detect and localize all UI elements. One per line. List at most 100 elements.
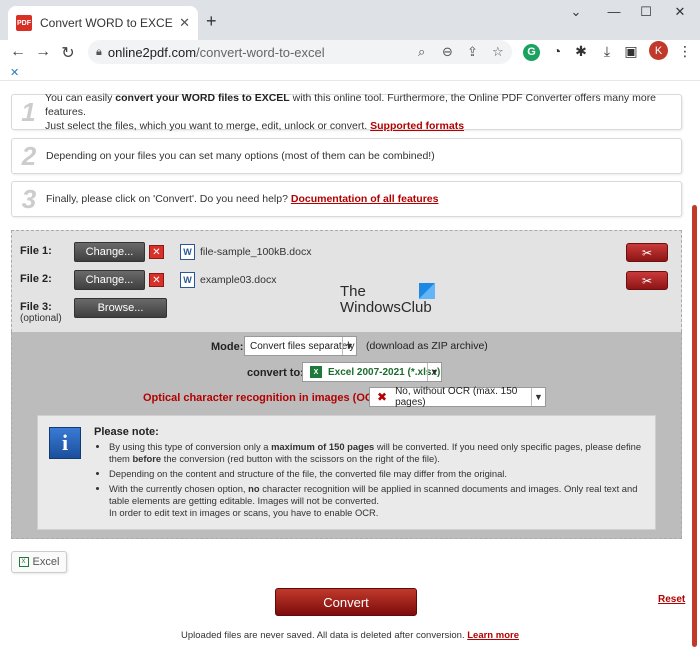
list-item: Depending on the content and structure o… <box>109 468 650 480</box>
forward-arrow-icon[interactable]: → <box>33 43 53 61</box>
note-bold: maximum of 150 pages <box>271 441 375 452</box>
close-window-icon[interactable]: ✕ <box>670 4 690 20</box>
chevron-down-icon: ▼ <box>531 388 545 406</box>
convert-to-label: convert to: <box>247 367 304 379</box>
step-text-part: You can easily <box>45 92 116 104</box>
ocr-label: Optical character recognition in images … <box>143 392 389 404</box>
address-bar: ← → ↻ 🔒︎ online2pdf.com/convert-word-to-… <box>0 40 700 66</box>
note-bold: before <box>132 453 162 464</box>
mode-label: Mode: <box>211 341 244 353</box>
convert-button[interactable]: Convert <box>275 588 417 616</box>
step-number: 1 <box>21 96 36 127</box>
pdf-favicon-icon: PDF <box>16 15 32 31</box>
minimize-icon[interactable]: — <box>604 4 624 19</box>
step-text-part: Just select the files, which you want to… <box>45 120 371 132</box>
watermark-logo-icon <box>419 283 435 299</box>
side-panel-icon[interactable]: ▣ <box>622 43 640 60</box>
step-text: You can easily convert your WORD files t… <box>45 91 681 133</box>
step-number: 2 <box>21 140 37 171</box>
convert-to-select[interactable]: X Excel 2007-2021 (*.xlsx) ▼ <box>302 362 442 382</box>
file-3-label: File 3: <box>20 301 52 313</box>
file-2-label: File 2: <box>20 273 52 285</box>
file-3-browse-button[interactable]: Browse... <box>74 298 167 318</box>
file-2-delete-icon[interactable]: ✕ <box>149 273 164 287</box>
file-3-optional-label: (optional) <box>20 313 62 324</box>
file-1-change-button[interactable]: Change... <box>74 242 145 262</box>
note-text: the conversion (red button with the scis… <box>161 453 440 464</box>
ocr-select[interactable]: ✖ No, without OCR (max. 150 pages) ▼ <box>369 386 546 408</box>
file-2-change-button[interactable]: Change... <box>74 270 145 290</box>
share-icon[interactable]: ⇪ <box>467 44 478 60</box>
list-item: By using this type of conversion only a … <box>109 441 650 465</box>
step-2: 2 Depending on your files you can set ma… <box>11 138 682 174</box>
bookmark-star-icon[interactable]: ☆ <box>492 44 504 60</box>
lock-icon: 🔒︎ <box>96 45 102 58</box>
browser-tab[interactable]: PDF Convert WORD to EXCEL online ✕ <box>8 6 198 40</box>
note-title: Please note: <box>94 426 159 438</box>
file-1-name: file-sample_100kB.docx <box>200 246 312 258</box>
tab-bar: PDF Convert WORD to EXCEL online ✕ + ⌄ —… <box>0 0 700 40</box>
avatar[interactable]: K <box>649 41 668 60</box>
list-item: With the currently chosen option, no cha… <box>109 483 650 519</box>
step-1: 1 You can easily convert your WORD files… <box>11 91 682 133</box>
url-path: /convert-word-to-excel <box>196 44 325 60</box>
step-text: Finally, please click on 'Convert'. Do y… <box>46 192 438 206</box>
excel-icon: X <box>310 366 322 378</box>
note-text: By using this type of conversion only a <box>109 441 272 452</box>
url-host: online2pdf.com <box>107 44 197 60</box>
excel-button-label: Excel <box>32 556 60 568</box>
search-icon[interactable]: ⌕ <box>418 44 425 60</box>
note-list: By using this type of conversion only a … <box>98 441 650 522</box>
zoom-icon[interactable]: ⊖ <box>442 44 453 60</box>
watermark: The WindowsClub <box>340 284 432 316</box>
word-doc-icon: W <box>180 272 195 288</box>
ad-close-icon[interactable]: ✕ <box>10 66 19 79</box>
chevron-down-icon: ▼ <box>342 337 356 355</box>
file-1-label: File 1: <box>20 245 52 257</box>
tab-title: Convert WORD to EXCEL online <box>40 16 173 30</box>
please-note-box: i Please note: By using this type of con… <box>37 415 656 530</box>
watermark-line: The <box>340 283 366 300</box>
chevron-down-icon[interactable]: ⌄ <box>566 4 586 20</box>
step-text-bold: convert your WORD files to EXCEL <box>115 92 290 104</box>
word-doc-icon: W <box>180 244 195 260</box>
file-1-scissors-button[interactable]: ✂ <box>626 243 668 262</box>
mode-select[interactable]: Convert files separately ▼ <box>244 336 357 356</box>
note-text: With the currently chosen option, <box>109 483 249 494</box>
maximize-icon[interactable]: ☐ <box>636 4 656 20</box>
step-text-part: Finally, please click on 'Convert'. Do y… <box>46 193 291 205</box>
step-number: 3 <box>21 183 37 214</box>
mode-selected-value: Convert files separately <box>250 340 355 352</box>
file-1-delete-icon[interactable]: ✕ <box>149 245 164 259</box>
excel-format-button[interactable]: X Excel <box>11 551 67 573</box>
footer-disclaimer: Uploaded files are never saved. All data… <box>0 630 700 641</box>
note-bold: no <box>248 483 260 494</box>
info-icon: i <box>49 427 81 459</box>
puzzle-extensions-icon[interactable]: ✱ <box>572 43 590 60</box>
mode-note: (download as ZIP archive) <box>366 340 488 352</box>
scrollbar[interactable] <box>692 205 697 647</box>
ocr-selected-value: No, without OCR (max. 150 pages) <box>395 386 518 408</box>
excel-icon: X <box>18 557 29 567</box>
back-arrow-icon[interactable]: ← <box>8 43 28 61</box>
file-2-name: example03.docx <box>200 274 277 286</box>
more-menu-icon[interactable]: ⋮ <box>676 43 694 60</box>
file-2-scissors-button[interactable]: ✂ <box>626 271 668 290</box>
learn-more-link[interactable]: Learn more <box>467 630 519 641</box>
reload-icon[interactable]: ↻ <box>58 43 78 63</box>
watermark-line: WindowsClub <box>340 299 432 316</box>
step-3: 3 Finally, please click on 'Convert'. Do… <box>11 181 682 217</box>
reset-link[interactable]: Reset <box>658 594 685 605</box>
chevron-down-icon: ▼ <box>427 363 441 381</box>
close-tab-icon[interactable]: ✕ <box>179 15 190 31</box>
download-icon[interactable]: ⤓ <box>598 43 616 60</box>
step-text: Depending on your files you can set many… <box>46 150 435 162</box>
disclaimer-text: Uploaded files are never saved. All data… <box>181 630 468 641</box>
documentation-link[interactable]: Documentation of all features <box>291 193 439 205</box>
supported-formats-link[interactable]: Supported formats <box>370 120 464 132</box>
grammarly-extension-icon[interactable]: G <box>523 44 540 61</box>
refresh-extension-icon[interactable]: ◔ <box>548 43 566 59</box>
new-tab-icon[interactable]: + <box>206 11 217 32</box>
no-ocr-icon: ✖ <box>377 390 388 404</box>
note-text: In order to edit text in images or scans… <box>109 507 379 518</box>
